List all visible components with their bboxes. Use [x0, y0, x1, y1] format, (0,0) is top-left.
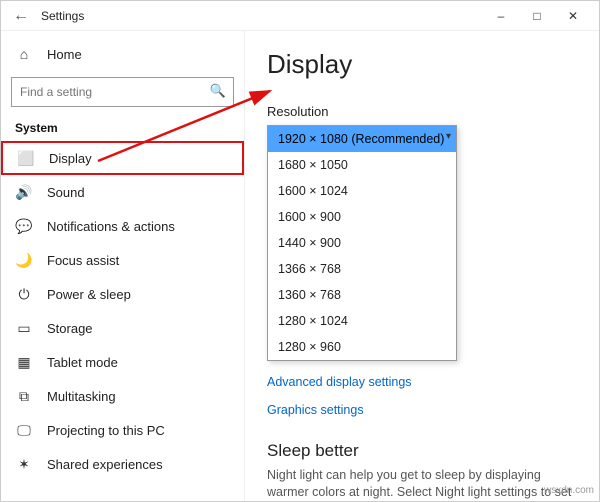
- sidebar-item-label: Sound: [47, 185, 85, 200]
- resolution-option[interactable]: 1920 × 1080 (Recommended): [268, 126, 456, 152]
- storage-icon: ▭: [15, 320, 33, 337]
- resolution-option[interactable]: 1366 × 768: [268, 256, 456, 282]
- sidebar-item-sound[interactable]: 🔊 Sound: [1, 175, 244, 209]
- minimize-button[interactable]: –: [483, 2, 519, 30]
- sidebar-item-label: Multitasking: [47, 389, 116, 404]
- power-icon: ⏻: [15, 286, 33, 303]
- sidebar-item-notifications[interactable]: 💬 Notifications & actions: [1, 209, 244, 243]
- titlebar: ← Settings – □ ✕: [1, 1, 599, 31]
- sidebar-home[interactable]: ⌂ Home: [1, 37, 244, 71]
- graphics-settings-link[interactable]: Graphics settings: [267, 403, 579, 417]
- sleep-better-heading: Sleep better: [267, 441, 579, 461]
- sidebar-item-projecting[interactable]: 🖵 Projecting to this PC: [1, 413, 244, 447]
- resolution-option[interactable]: 1600 × 900: [268, 204, 456, 230]
- search-field-wrap: 🔍: [11, 77, 234, 107]
- search-icon: 🔍: [210, 83, 226, 99]
- chevron-down-icon: ▾: [446, 131, 451, 142]
- sidebar-item-display[interactable]: ⬜ Display: [1, 141, 244, 175]
- sidebar-item-label: Tablet mode: [47, 355, 118, 370]
- resolution-option[interactable]: 1440 × 900: [268, 230, 456, 256]
- page-title: Display: [267, 49, 579, 80]
- sidebar-item-label: Power & sleep: [47, 287, 131, 302]
- projecting-icon: 🖵: [15, 422, 33, 439]
- tablet-icon: ▦: [15, 354, 33, 371]
- window-title: Settings: [41, 9, 84, 23]
- resolution-option[interactable]: 1680 × 1050: [268, 152, 456, 178]
- sidebar-item-label: Storage: [47, 321, 93, 336]
- sidebar-item-label: Projecting to this PC: [47, 423, 165, 438]
- sidebar-item-label: Notifications & actions: [47, 219, 175, 234]
- sidebar-item-power-sleep[interactable]: ⏻ Power & sleep: [1, 277, 244, 311]
- settings-window: ← Settings – □ ✕ ⌂ Home 🔍 System ⬜ Displ…: [0, 0, 600, 502]
- resolution-dropdown-list: 1920 × 1080 (Recommended) 1680 × 1050 16…: [267, 125, 457, 361]
- sidebar-item-label: Shared experiences: [47, 457, 163, 472]
- sidebar: ⌂ Home 🔍 System ⬜ Display 🔊 Sound 💬 Noti…: [1, 31, 245, 501]
- resolution-option[interactable]: 1360 × 768: [268, 282, 456, 308]
- sidebar-home-label: Home: [47, 47, 82, 62]
- maximize-button[interactable]: □: [519, 2, 555, 30]
- sidebar-item-tablet-mode[interactable]: ▦ Tablet mode: [1, 345, 244, 379]
- sidebar-item-label: Focus assist: [47, 253, 119, 268]
- resolution-label: Resolution: [267, 104, 579, 119]
- resolution-dropdown[interactable]: 1920 × 1080 (Recommended) 1680 × 1050 16…: [267, 125, 457, 361]
- content-pane: Display Resolution 1920 × 1080 (Recommen…: [245, 31, 599, 501]
- sidebar-item-label: Display: [49, 151, 92, 166]
- sidebar-item-shared-experiences[interactable]: ✶ Shared experiences: [1, 447, 244, 481]
- focus-assist-icon: 🌙: [15, 252, 33, 269]
- sidebar-item-multitasking[interactable]: ⧉ Multitasking: [1, 379, 244, 413]
- notifications-icon: 💬: [15, 218, 33, 235]
- home-icon: ⌂: [15, 46, 33, 62]
- attribution-text: wsxdn.com: [544, 485, 594, 496]
- sidebar-group-system: System: [1, 117, 244, 141]
- search-input[interactable]: [11, 77, 234, 107]
- resolution-option[interactable]: 1280 × 960: [268, 334, 456, 360]
- back-button[interactable]: ←: [9, 7, 33, 25]
- sidebar-item-storage[interactable]: ▭ Storage: [1, 311, 244, 345]
- advanced-display-link[interactable]: Advanced display settings: [267, 375, 579, 389]
- display-icon: ⬜: [17, 150, 35, 167]
- resolution-option[interactable]: 1600 × 1024: [268, 178, 456, 204]
- sleep-better-body: Night light can help you get to sleep by…: [267, 467, 579, 501]
- sidebar-item-focus-assist[interactable]: 🌙 Focus assist: [1, 243, 244, 277]
- close-button[interactable]: ✕: [555, 2, 591, 30]
- shared-icon: ✶: [15, 456, 33, 473]
- resolution-option[interactable]: 1280 × 1024: [268, 308, 456, 334]
- sound-icon: 🔊: [15, 184, 33, 201]
- multitasking-icon: ⧉: [15, 388, 33, 405]
